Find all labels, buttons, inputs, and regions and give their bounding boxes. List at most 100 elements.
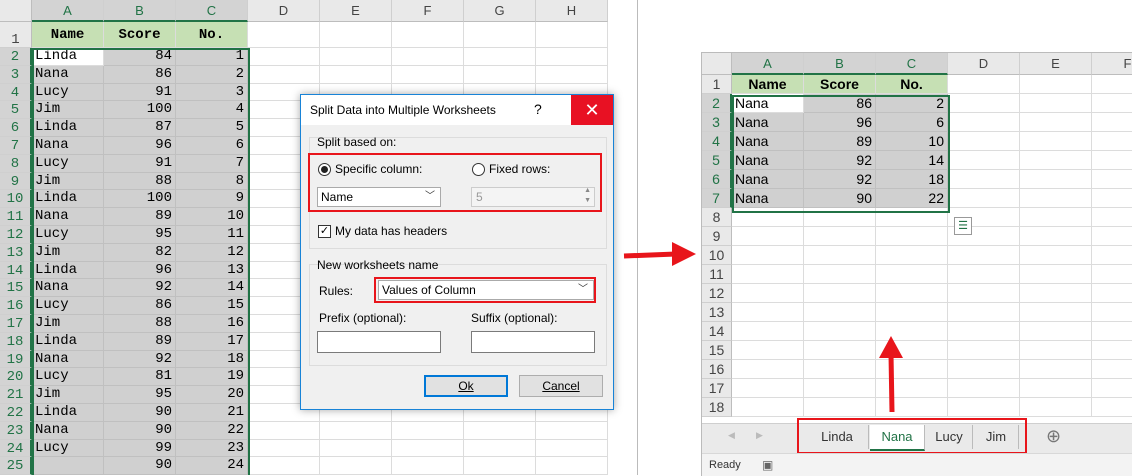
- rules-select[interactable]: Values of Column ﹀: [378, 280, 594, 300]
- fixed-rows-label[interactable]: Fixed rows:: [489, 162, 550, 176]
- table-cell[interactable]: Linda: [32, 190, 104, 209]
- row-header[interactable]: 10: [702, 246, 732, 265]
- column-header-b[interactable]: B: [104, 0, 176, 22]
- cell[interactable]: [948, 75, 1020, 94]
- cell[interactable]: [948, 341, 1020, 360]
- cell[interactable]: [392, 421, 464, 440]
- cell[interactable]: [1092, 265, 1132, 284]
- add-sheet-icon[interactable]: ⊕: [1046, 426, 1061, 447]
- column-header-g[interactable]: G: [464, 0, 536, 22]
- table-cell[interactable]: 88: [104, 315, 176, 333]
- cell[interactable]: [732, 265, 804, 284]
- cell[interactable]: [464, 22, 536, 48]
- table-cell[interactable]: 92: [804, 170, 876, 189]
- column-header-a[interactable]: A: [732, 53, 804, 75]
- table-cell[interactable]: 86: [104, 297, 176, 315]
- fixed-rows-radio[interactable]: [472, 163, 485, 176]
- row-header[interactable]: 13: [702, 303, 732, 322]
- cell[interactable]: [536, 457, 608, 475]
- cell[interactable]: [876, 284, 948, 303]
- row-header[interactable]: 6: [0, 119, 32, 137]
- table-cell[interactable]: 18: [876, 170, 948, 189]
- table-cell[interactable]: 20: [176, 386, 248, 404]
- table-cell[interactable]: 95: [104, 226, 176, 244]
- select-all-corner[interactable]: [0, 0, 32, 22]
- fixed-rows-spinner[interactable]: 5 ▲ ▼: [471, 187, 595, 207]
- table-cell[interactable]: 14: [176, 279, 248, 298]
- table-cell[interactable]: 96: [104, 137, 176, 155]
- table-cell[interactable]: 3: [176, 83, 248, 102]
- table-cell[interactable]: Nana: [732, 94, 804, 113]
- cell[interactable]: [392, 457, 464, 475]
- cell[interactable]: [1020, 265, 1092, 284]
- table-cell[interactable]: 90: [804, 189, 876, 208]
- table-cell[interactable]: 2: [176, 65, 248, 84]
- table-cell[interactable]: 15: [176, 297, 248, 315]
- table-cell[interactable]: 86: [804, 94, 876, 113]
- cancel-button[interactable]: Cancel: [519, 375, 603, 397]
- table-cell[interactable]: 87: [104, 119, 176, 137]
- cell[interactable]: [876, 303, 948, 322]
- cell[interactable]: [1092, 151, 1132, 170]
- select-all-corner[interactable]: [702, 53, 732, 75]
- table-cell[interactable]: 91: [104, 154, 176, 173]
- cell[interactable]: [464, 457, 536, 475]
- cell[interactable]: [948, 284, 1020, 303]
- row-header[interactable]: 7: [702, 189, 732, 208]
- column-header-b[interactable]: B: [804, 53, 876, 75]
- column-header-d[interactable]: D: [248, 0, 320, 22]
- cell[interactable]: [1020, 170, 1092, 189]
- cell[interactable]: [464, 439, 536, 458]
- table-cell[interactable]: Lucy: [32, 368, 104, 387]
- cell[interactable]: [732, 303, 804, 322]
- row-header[interactable]: 12: [702, 284, 732, 303]
- table-cell[interactable]: 13: [176, 261, 248, 280]
- cell[interactable]: [1092, 284, 1132, 303]
- cell[interactable]: [804, 341, 876, 360]
- sheet-tab-lucy[interactable]: Lucy: [926, 425, 973, 449]
- cell[interactable]: [320, 48, 392, 66]
- table-cell[interactable]: Linda: [32, 261, 104, 280]
- cell[interactable]: [1092, 303, 1132, 322]
- cell[interactable]: [732, 341, 804, 360]
- row-header[interactable]: 5: [0, 101, 32, 120]
- table-cell[interactable]: 5: [176, 119, 248, 137]
- cell[interactable]: [1092, 379, 1132, 398]
- table-cell[interactable]: Jim: [32, 386, 104, 404]
- specific-column-label[interactable]: Specific column:: [335, 162, 422, 176]
- cell[interactable]: [1092, 189, 1132, 208]
- cell[interactable]: [804, 379, 876, 398]
- cell[interactable]: [948, 189, 1020, 208]
- table-cell[interactable]: 6: [176, 137, 248, 155]
- row-header[interactable]: 6: [702, 170, 732, 189]
- table-cell[interactable]: 81: [104, 368, 176, 387]
- table-cell[interactable]: Nana: [32, 137, 104, 155]
- column-select[interactable]: Name ﹀: [317, 187, 441, 207]
- table-cell[interactable]: 84: [104, 48, 176, 66]
- cell[interactable]: [876, 208, 948, 227]
- macro-record-icon[interactable]: ▣: [762, 454, 773, 476]
- cell[interactable]: [536, 65, 608, 84]
- cell[interactable]: [948, 322, 1020, 341]
- table-cell[interactable]: 21: [176, 404, 248, 422]
- cell[interactable]: [948, 379, 1020, 398]
- table-cell[interactable]: Nana: [32, 421, 104, 440]
- table-cell[interactable]: 96: [104, 261, 176, 280]
- cell[interactable]: [804, 227, 876, 246]
- row-header[interactable]: 21: [0, 386, 32, 404]
- cell[interactable]: [1020, 246, 1092, 265]
- cell[interactable]: [1092, 360, 1132, 379]
- cell[interactable]: [1020, 227, 1092, 246]
- cell[interactable]: [948, 246, 1020, 265]
- cell[interactable]: [1020, 94, 1092, 113]
- table-cell[interactable]: Nana: [32, 279, 104, 298]
- row-header[interactable]: 8: [702, 208, 732, 227]
- table-cell[interactable]: 22: [876, 189, 948, 208]
- table-cell[interactable]: Jim: [32, 315, 104, 333]
- header-cell[interactable]: Score: [804, 75, 876, 94]
- table-cell[interactable]: 89: [804, 132, 876, 151]
- column-header-e[interactable]: E: [320, 0, 392, 22]
- cell[interactable]: [1020, 284, 1092, 303]
- table-cell[interactable]: 91: [104, 83, 176, 102]
- table-cell[interactable]: Nana: [732, 189, 804, 208]
